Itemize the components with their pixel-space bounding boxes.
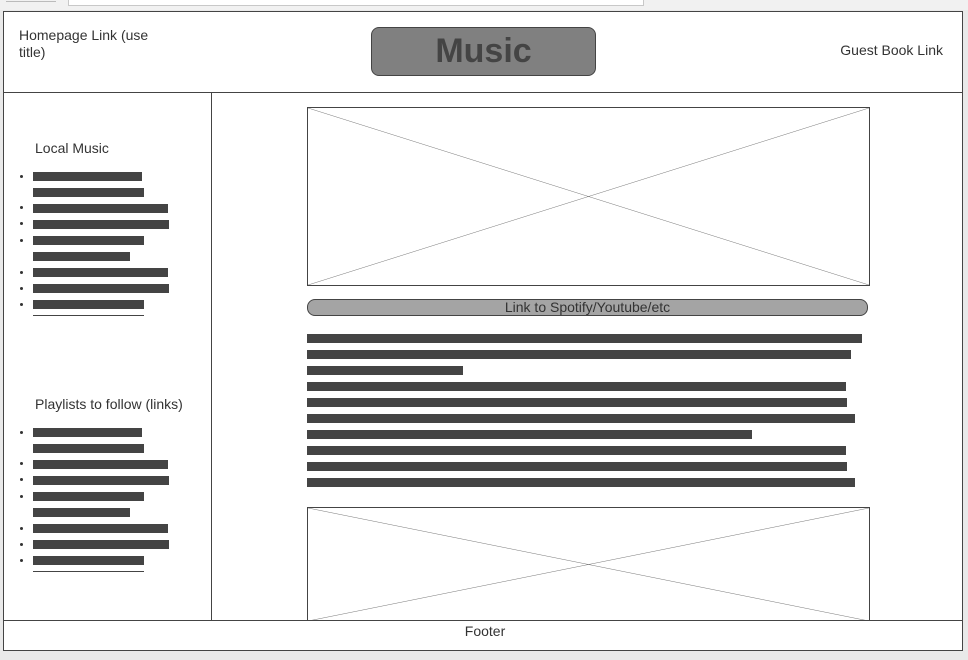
text-line — [307, 462, 847, 471]
playlist-item-4[interactable] — [33, 492, 144, 501]
main-content: Link to Spotify/Youtube/etc — [212, 93, 962, 621]
local-music-item-1-line2[interactable] — [33, 188, 144, 197]
image-placeholder-top — [307, 107, 870, 286]
list-bullet — [20, 559, 23, 562]
list-bullet — [20, 462, 23, 465]
sidebar: Local Music Playlists to follow (links) — [4, 93, 212, 620]
text-line — [307, 446, 846, 455]
local-music-heading: Local Music — [35, 140, 109, 156]
list-bullet — [20, 287, 23, 290]
local-music-item-6[interactable] — [33, 284, 169, 293]
text-line — [307, 414, 855, 423]
window-controls — [6, 1, 56, 5]
list-bullet — [20, 239, 23, 242]
list-bullet — [20, 527, 23, 530]
local-music-item-7[interactable] — [33, 300, 144, 309]
image-placeholder-bottom — [307, 507, 870, 621]
list-bullet — [20, 175, 23, 178]
text-line — [307, 350, 851, 359]
local-music-item-1[interactable] — [33, 172, 142, 181]
list-underline — [33, 571, 144, 572]
text-line — [307, 478, 855, 487]
playlist-item-4-line2[interactable] — [33, 508, 130, 517]
text-line — [307, 366, 463, 375]
list-bullet — [20, 303, 23, 306]
page-title: Music — [371, 27, 596, 76]
playlist-item-2[interactable] — [33, 460, 168, 469]
playlist-item-6[interactable] — [33, 540, 169, 549]
text-line — [307, 382, 846, 391]
text-line — [307, 430, 752, 439]
footer-text: Footer — [464, 623, 506, 639]
list-bullet — [20, 478, 23, 481]
playlist-item-1[interactable] — [33, 428, 142, 437]
playlists-heading: Playlists to follow (links) — [35, 396, 183, 412]
local-music-item-4-line2[interactable] — [33, 252, 130, 261]
list-bullet — [20, 543, 23, 546]
streaming-link-button[interactable]: Link to Spotify/Youtube/etc — [307, 299, 868, 316]
address-bar[interactable] — [68, 0, 644, 6]
placeholder-cross-icon — [308, 508, 869, 621]
text-line — [307, 398, 847, 407]
placeholder-cross-icon — [308, 108, 869, 285]
homepage-link[interactable]: Homepage Link (use title) — [19, 27, 174, 61]
local-music-item-5[interactable] — [33, 268, 168, 277]
list-bullet — [20, 495, 23, 498]
local-music-item-2[interactable] — [33, 204, 168, 213]
browser-top-strip — [0, 0, 968, 10]
playlist-item-3[interactable] — [33, 476, 169, 485]
guest-book-link[interactable]: Guest Book Link — [840, 42, 943, 58]
list-bullet — [20, 206, 23, 209]
list-underline — [33, 315, 144, 316]
footer: Footer — [4, 620, 962, 651]
list-bullet — [20, 271, 23, 274]
header: Homepage Link (use title) Music Guest Bo… — [4, 12, 962, 93]
list-bullet — [20, 431, 23, 434]
playlist-item-5[interactable] — [33, 524, 168, 533]
local-music-item-4[interactable] — [33, 236, 144, 245]
playlist-item-1-line2[interactable] — [33, 444, 144, 453]
playlist-item-7[interactable] — [33, 556, 144, 565]
text-line — [307, 334, 862, 343]
local-music-item-3[interactable] — [33, 220, 169, 229]
wireframe-page: Homepage Link (use title) Music Guest Bo… — [3, 11, 963, 651]
list-bullet — [20, 222, 23, 225]
